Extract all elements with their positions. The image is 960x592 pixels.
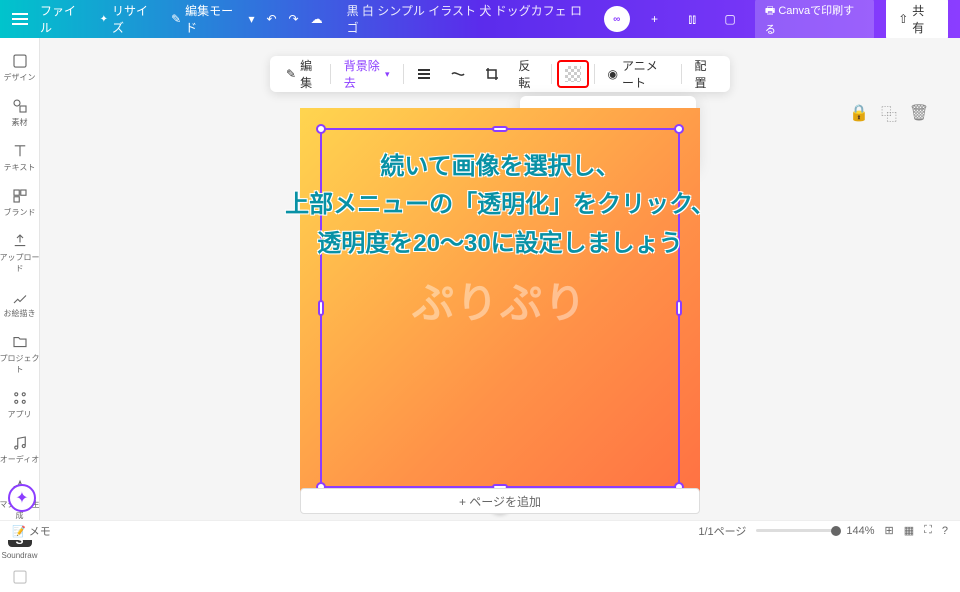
border-weight-button[interactable] — [408, 62, 440, 86]
handle-mr[interactable] — [676, 300, 682, 316]
undo-button[interactable]: ↶ — [266, 12, 276, 26]
present-icon[interactable]: ▢ — [717, 6, 743, 32]
page-indicator[interactable]: 1/1ページ — [698, 523, 746, 539]
transparency-button[interactable] — [557, 60, 589, 88]
delete-icon[interactable]: 🗑 — [908, 102, 930, 124]
edit-image-button[interactable]: ✎編集 — [278, 53, 325, 95]
handle-tr[interactable] — [674, 124, 684, 134]
crop-button[interactable] — [476, 62, 508, 86]
transparency-icon — [565, 66, 581, 82]
share-button[interactable]: ⇧共有 — [886, 0, 948, 41]
redo-button[interactable]: ↷ — [289, 12, 299, 26]
duplicate-icon[interactable]: ⿻ — [878, 102, 900, 124]
document-title[interactable]: 黒 白 シンプル イラスト 犬 ドッグカフェ ロゴ — [347, 2, 592, 36]
sidebar-text[interactable]: テキスト — [0, 136, 40, 179]
page-actions: 🔒 ⿻ 🗑 — [848, 102, 930, 124]
zoom-value[interactable]: 144% — [846, 525, 874, 537]
sidebar-upload[interactable]: アップロード — [0, 226, 40, 280]
flip-button[interactable]: 反転 — [510, 53, 545, 95]
fullscreen-icon[interactable]: ⛶ — [924, 524, 932, 537]
menu-icon[interactable] — [12, 13, 28, 25]
sidebar-projects[interactable]: プロジェクト — [0, 327, 40, 381]
memo-button[interactable]: 📝 メモ — [12, 523, 51, 539]
sidebar-soundraw-label: Soundraw — [1, 551, 37, 560]
main-area: ✎編集 背景除去▾ 反転 ◉アニメート 配置 透明度 30 🔒 ⿻ 🗑 ぷりぷり — [40, 38, 960, 520]
sidebar-audio[interactable]: オーディオ — [0, 428, 40, 471]
add-page-button[interactable]: + ページを追加 — [300, 488, 700, 514]
cloud-sync-icon[interactable]: ☁ — [311, 12, 323, 26]
sidebar-apps[interactable]: アプリ — [0, 383, 40, 426]
resize-menu[interactable]: ✦リサイズ — [100, 2, 160, 36]
sidebar-brand[interactable]: ブランド — [0, 181, 40, 224]
bg-remove-button[interactable]: 背景除去▾ — [336, 53, 398, 95]
sidebar-elements[interactable]: 素材 — [0, 91, 40, 134]
add-icon[interactable]: + — [642, 6, 668, 32]
context-toolbar: ✎編集 背景除去▾ 反転 ◉アニメート 配置 — [270, 56, 730, 92]
canvas-background: ぷりぷり ⟳ — [300, 108, 700, 508]
sidebar-draw[interactable]: お絵描き — [0, 282, 40, 325]
handle-ml[interactable] — [318, 300, 324, 316]
animate-button[interactable]: ◉アニメート — [600, 53, 676, 95]
print-button[interactable]: 🖶 Canvaで印刷する — [755, 0, 874, 41]
handle-tm[interactable] — [492, 126, 508, 132]
sidebar-design[interactable]: デザイン — [0, 46, 40, 89]
handle-tl[interactable] — [316, 124, 326, 134]
bottom-bar: 📝 メモ 1/1ページ 144% ⊞ ▦ ⛶ ? — [0, 520, 960, 540]
file-menu[interactable]: ファイル — [40, 2, 88, 36]
edit-mode-menu[interactable]: ✎編集モード▾ — [171, 2, 254, 36]
zoom-slider[interactable] — [756, 529, 836, 532]
analytics-icon[interactable]: ⫾⫾ — [679, 6, 705, 32]
left-sidebar: デザイン 素材 テキスト ブランド アップロード お絵描き プロジェクト アプリ… — [0, 38, 40, 520]
lock-icon[interactable]: 🔒 — [848, 102, 870, 124]
canvas[interactable]: ぷりぷり ⟳ — [300, 108, 700, 508]
magic-button[interactable]: ✦ — [8, 484, 36, 512]
thumbnail-view-icon[interactable]: ▦ — [904, 524, 914, 537]
sidebar-more[interactable] — [0, 562, 40, 592]
selection-box[interactable]: ⟳ — [320, 128, 680, 488]
canva-logo-icon[interactable]: ∞ — [604, 6, 630, 32]
position-button[interactable]: 配置 — [687, 53, 722, 95]
help-icon[interactable]: ? — [942, 525, 948, 537]
border-style-button[interactable] — [442, 62, 474, 86]
top-bar: ファイル ✦リサイズ ✎編集モード▾ ↶ ↷ ☁ 黒 白 シンプル イラスト 犬… — [0, 0, 960, 38]
grid-view-icon[interactable]: ⊞ — [885, 524, 894, 537]
